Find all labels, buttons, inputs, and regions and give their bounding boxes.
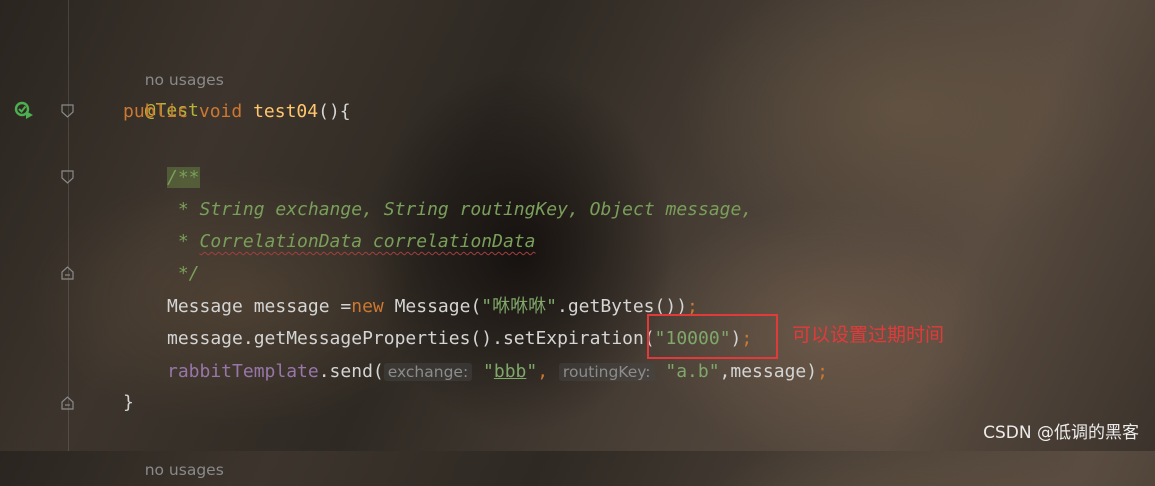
usage-hint-top: no usages (123, 32, 224, 89)
fold-icon[interactable] (61, 396, 74, 410)
semicolon: ; (817, 361, 828, 382)
annotation-line: @Test (123, 63, 199, 121)
run-test-icon[interactable] (14, 101, 34, 119)
param-hint-routing-key: routingKey: (558, 363, 655, 381)
string-literal: "a.b" (665, 361, 720, 382)
comma: , (537, 361, 549, 382)
method-signature-line: public void test04(){ (123, 96, 351, 128)
fold-icon[interactable] (61, 104, 74, 118)
keyword-new: new (351, 296, 384, 317)
watermark: CSDN @低调的黑客 (983, 423, 1139, 443)
code-line-send: rabbitTemplate.send(exchange: "bbb", rou… (167, 356, 828, 388)
field-rabbit-template[interactable]: rabbitTemplate (167, 361, 319, 382)
keyword-void: void (198, 101, 243, 122)
highlight-box (647, 314, 778, 359)
gutter-divider (68, 0, 69, 451)
doc-comment-line-1: * String exchange, String routingKey, Ob… (167, 194, 752, 226)
keyword-public: public (123, 101, 189, 122)
comment-text: * String exchange, String routingKey, Ob… (167, 199, 753, 220)
fold-icon[interactable] (61, 170, 74, 184)
closing-brace-line: } (123, 387, 134, 419)
comment-close: */ (167, 263, 200, 284)
code-text: Message message = (167, 296, 352, 317)
comment-open: /** (167, 167, 200, 188)
doc-comment-line-2: * CorrelationData correlationData (167, 226, 536, 258)
method-paren-brace: (){ (318, 101, 351, 122)
code-text: .send( (318, 361, 384, 382)
code-text: ,message) (719, 361, 818, 382)
param-hint-exchange: exchange: (383, 363, 473, 381)
string-literal: bbb (493, 361, 527, 382)
usage-hint-bottom: no usages (123, 422, 224, 479)
code-line-message: Message message =new Message("咻咻咻".getBy… (167, 291, 698, 323)
string-quote: " (483, 361, 494, 382)
code-text: Message( (383, 296, 482, 317)
callout-text: 可以设置过期时间 (792, 324, 945, 346)
code-text: message.getMessageProperties().setExpira… (167, 328, 655, 349)
closing-brace: } (123, 392, 134, 413)
comment-text: CorrelationData correlationData (199, 231, 536, 252)
doc-comment-open: /** (167, 162, 200, 194)
usage-hint-text: no usages (144, 461, 224, 479)
doc-comment-close: */ (167, 258, 200, 290)
comment-prefix: * (167, 231, 200, 252)
method-name[interactable]: test04 (253, 101, 318, 122)
fold-icon[interactable] (61, 266, 74, 280)
string-literal: "咻咻咻" (481, 296, 557, 317)
string-quote: " (526, 361, 538, 382)
